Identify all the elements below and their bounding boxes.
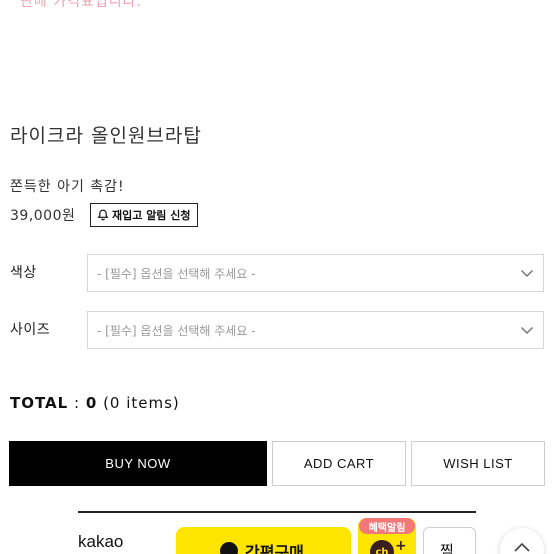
- color-select-placeholder: - [필수] 옵션을 선택해 주세요 -: [97, 266, 256, 281]
- total-separator: :: [74, 394, 81, 412]
- kakao-talk-icon: [220, 542, 238, 554]
- chevron-up-icon: [514, 542, 530, 552]
- option-label-size: 사이즈: [10, 322, 51, 338]
- option-label-color: 색상: [10, 265, 37, 281]
- scroll-top-button[interactable]: [500, 528, 544, 554]
- color-select[interactable]: - [필수] 옵션을 선택해 주세요 -: [87, 254, 544, 292]
- kakao-zzim-button[interactable]: 찜: [423, 527, 476, 554]
- add-cart-button[interactable]: ADD CART: [272, 441, 406, 486]
- kakao-channel-icon: ch: [370, 540, 394, 554]
- size-select[interactable]: - [필수] 옵션을 선택해 주세요 -: [87, 311, 544, 349]
- channel-benefit-badge: 혜택알림: [359, 518, 415, 534]
- buy-now-button[interactable]: BUY NOW: [9, 441, 267, 486]
- kakao-zzim-label: 찜: [440, 542, 454, 554]
- bell-icon: [97, 209, 109, 221]
- kakao-logo: kakao: [78, 532, 124, 551]
- product-title: 라이크라 올인원브라탑: [10, 125, 202, 147]
- total-prefix: TOTAL: [10, 394, 69, 412]
- total-items: (0 items): [103, 394, 180, 412]
- kakao-quick-buy-label: 간편구매: [245, 543, 304, 554]
- top-note: 판매 가격표입니다.: [20, 0, 142, 10]
- chevron-down-icon: [520, 269, 534, 278]
- channel-plus-icon: +: [395, 538, 407, 554]
- product-price: 39,000원: [10, 208, 76, 224]
- wish-list-button[interactable]: WISH LIST: [411, 441, 545, 486]
- kakao-quick-buy-button[interactable]: 간편구매: [176, 527, 351, 554]
- product-description: 쫀득한 아기 촉감!: [10, 179, 125, 195]
- kakao-divider: [78, 511, 476, 513]
- total-summary: TOTAL : 0 (0 items): [10, 394, 180, 412]
- kakao-channel-button[interactable]: 혜택알림 ch +: [358, 518, 416, 554]
- restock-alert-label: 재입고 알림 신청: [112, 209, 191, 222]
- chevron-down-icon: [520, 326, 534, 335]
- restock-alert-button[interactable]: 재입고 알림 신청: [90, 203, 198, 227]
- size-select-placeholder: - [필수] 옵션을 선택해 주세요 -: [97, 323, 256, 338]
- total-amount: 0: [85, 394, 98, 412]
